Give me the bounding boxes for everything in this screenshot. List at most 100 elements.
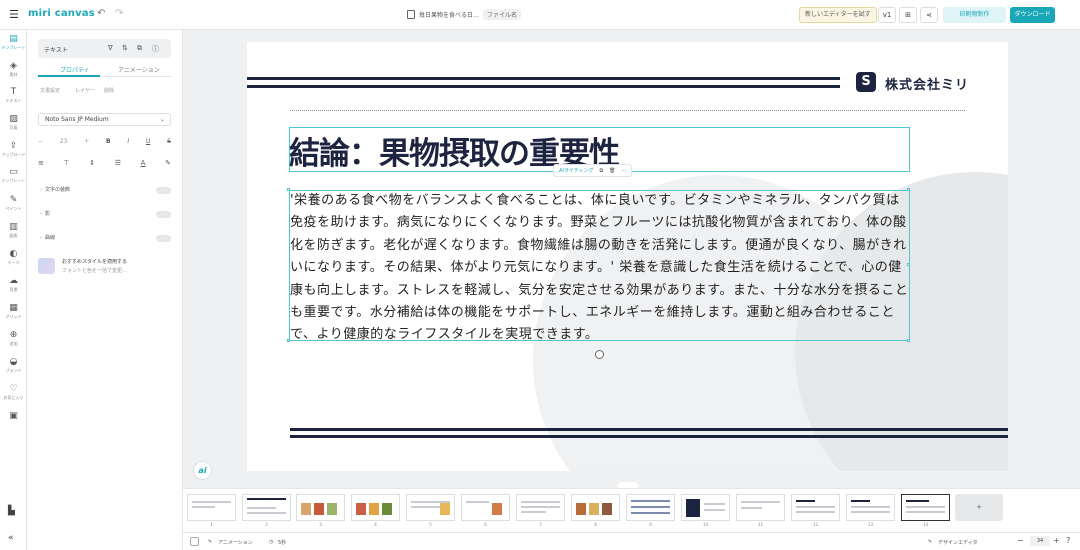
- filter-icon[interactable]: ∇: [108, 44, 113, 52]
- section-curve[interactable]: › 曲線: [40, 234, 171, 244]
- line-height-icon[interactable]: ⇕: [89, 159, 95, 167]
- rail-text[interactable]: T テキスト: [0, 87, 27, 104]
- resize-icon[interactable]: ⊞: [899, 7, 917, 23]
- clock-icon: ◷: [269, 539, 274, 545]
- slide-body-text[interactable]: '栄養のある食べ物をバランスよく食べることは、体に良いです。ビタミンやミネラル、…: [290, 190, 910, 347]
- underline-button[interactable]: U: [146, 138, 150, 145]
- rotate-handle[interactable]: [595, 350, 604, 359]
- rail-chart[interactable]: ▥ 図表: [0, 222, 27, 239]
- add-page-button[interactable]: +: [955, 494, 1003, 521]
- align-icon[interactable]: ⇅: [122, 44, 128, 52]
- try-new-editor-button[interactable]: 新しいエディターを試す: [799, 7, 877, 23]
- align-left-icon[interactable]: ≡: [38, 159, 44, 167]
- duration-button[interactable]: 5秒: [278, 539, 286, 546]
- style-suggestion[interactable]: おすすめスタイルを適用する フォントと色を一括で変更…: [38, 258, 171, 278]
- page-thumbnail[interactable]: [296, 494, 345, 521]
- section-label: 曲線: [45, 235, 56, 241]
- rail-favorite[interactable]: ♡ お気に入り: [0, 384, 27, 401]
- subtab-delete[interactable]: 削除: [104, 87, 114, 94]
- hamburger-icon[interactable]: ☰: [9, 8, 19, 21]
- list-icon[interactable]: ☰: [115, 159, 121, 167]
- page-number: 11: [757, 522, 764, 527]
- strikethrough-button[interactable]: S: [167, 138, 171, 145]
- highlight-icon[interactable]: ✎: [165, 159, 171, 167]
- rail-elements[interactable]: ◈ 素材: [0, 61, 27, 78]
- footer-rule: [290, 428, 1008, 431]
- rail-brand[interactable]: ◒ ブランド: [0, 357, 27, 374]
- page-thumbnail[interactable]: [516, 494, 565, 521]
- page-thumbnail[interactable]: [571, 494, 620, 521]
- rail-label: アップロード: [1, 152, 26, 157]
- trash-icon[interactable]: 🗑: [609, 168, 615, 174]
- section-text-decoration[interactable]: › 文字の装飾: [40, 186, 171, 196]
- animation-button[interactable]: アニメーション: [218, 539, 253, 546]
- version-button[interactable]: v1: [878, 7, 896, 23]
- rail-upload[interactable]: ⇪ アップロード: [0, 141, 27, 158]
- page-thumbnail[interactable]: [791, 494, 840, 521]
- page-thumbnail[interactable]: [846, 494, 895, 521]
- page-thumbnail[interactable]: [187, 494, 236, 521]
- document-icon: [407, 10, 415, 19]
- toggle-switch[interactable]: [156, 211, 171, 218]
- page-thumbnail[interactable]: [351, 494, 400, 521]
- rail-more[interactable]: ▣: [0, 411, 27, 421]
- rail-grid[interactable]: ▦ グリッド: [0, 303, 27, 320]
- subtab-layer[interactable]: レイヤー: [75, 87, 95, 94]
- shapes-icon: ◈: [10, 61, 17, 71]
- font-size-increase[interactable]: +: [84, 138, 89, 145]
- text-color-icon[interactable]: A: [141, 159, 146, 167]
- italic-button[interactable]: I: [127, 138, 129, 145]
- more-icon[interactable]: ⋯: [621, 168, 626, 174]
- select-all-checkbox[interactable]: [190, 537, 199, 546]
- file-title[interactable]: 毎日果物を食べる日… ファイル名: [407, 9, 522, 20]
- page-thumbnail[interactable]: [461, 494, 510, 521]
- collapse-icon[interactable]: «: [8, 533, 14, 543]
- page-thumbnail[interactable]: [626, 494, 675, 521]
- rail-photo[interactable]: ▨ 写真: [0, 114, 27, 131]
- page-thumbnail[interactable]: [406, 494, 455, 521]
- rail-template[interactable]: ▤ テンプレート: [0, 34, 27, 51]
- ai-writing-button[interactable]: AIライティング: [559, 167, 594, 174]
- rail-template2[interactable]: ▭ テンプレート: [0, 167, 27, 184]
- zoom-out-button[interactable]: −: [1017, 536, 1024, 545]
- share-icon[interactable]: ⋖: [920, 7, 938, 23]
- font-size-decrease[interactable]: −: [38, 138, 43, 145]
- rail-add[interactable]: ⊕ 追加: [0, 330, 27, 347]
- app-logo[interactable]: miri canvas: [28, 8, 95, 19]
- rail-paint[interactable]: ✎ ペイント: [0, 195, 27, 212]
- promo-subtitle: フォントと色を一括で変更…: [62, 268, 128, 274]
- zoom-in-button[interactable]: +: [1053, 536, 1060, 545]
- help-icon[interactable]: ?: [1066, 536, 1070, 545]
- zoom-level[interactable]: 34: [1030, 536, 1050, 546]
- page-thumbnail[interactable]: [681, 494, 730, 521]
- tab-properties[interactable]: プロパティ: [60, 65, 90, 74]
- font-family-select[interactable]: Noto Sans JP Medium ⌄: [38, 113, 171, 126]
- rail-theme[interactable]: ◐ テーマ: [0, 249, 27, 266]
- download-button[interactable]: ダウンロード: [1010, 7, 1055, 23]
- style-thumbnail: [38, 258, 55, 274]
- design-editor-button[interactable]: デザインエディタ: [938, 539, 978, 546]
- vertical-align-icon[interactable]: ⊤: [64, 159, 70, 167]
- redo-icon[interactable]: ↷: [115, 8, 123, 19]
- bold-button[interactable]: B: [106, 138, 111, 145]
- undo-icon[interactable]: ↶: [97, 8, 105, 19]
- toggle-switch[interactable]: [156, 235, 171, 242]
- copy-icon[interactable]: ⧉: [600, 168, 604, 174]
- page-thumbnail[interactable]: [242, 494, 291, 521]
- subtab-document[interactable]: 文書設定: [40, 87, 60, 94]
- tab-animation[interactable]: アニメーション: [118, 65, 160, 74]
- ai-assistant-button[interactable]: ai: [193, 461, 212, 480]
- toggle-switch[interactable]: [156, 187, 171, 194]
- duplicate-icon[interactable]: ⧉: [137, 44, 142, 53]
- section-shadow[interactable]: › 影: [40, 210, 171, 220]
- book-icon[interactable]: ▙: [8, 506, 15, 516]
- file-name-chip[interactable]: ファイル名: [483, 9, 522, 20]
- rail-label: テンプレート: [1, 45, 26, 50]
- info-icon[interactable]: ⓘ: [152, 44, 159, 54]
- page-thumbnail-current[interactable]: [901, 494, 950, 521]
- page-thumbnail[interactable]: [736, 494, 785, 521]
- font-size-value[interactable]: 23: [60, 138, 68, 145]
- print-button[interactable]: 印刷物制作: [943, 7, 1006, 23]
- slide-canvas[interactable]: S 株式会社ミリ 結論：果物摂取の重要性 AIライティング ⧉ 🗑 ⋯ '栄養の…: [247, 42, 1008, 471]
- rail-background[interactable]: ☁ 背景: [0, 276, 27, 293]
